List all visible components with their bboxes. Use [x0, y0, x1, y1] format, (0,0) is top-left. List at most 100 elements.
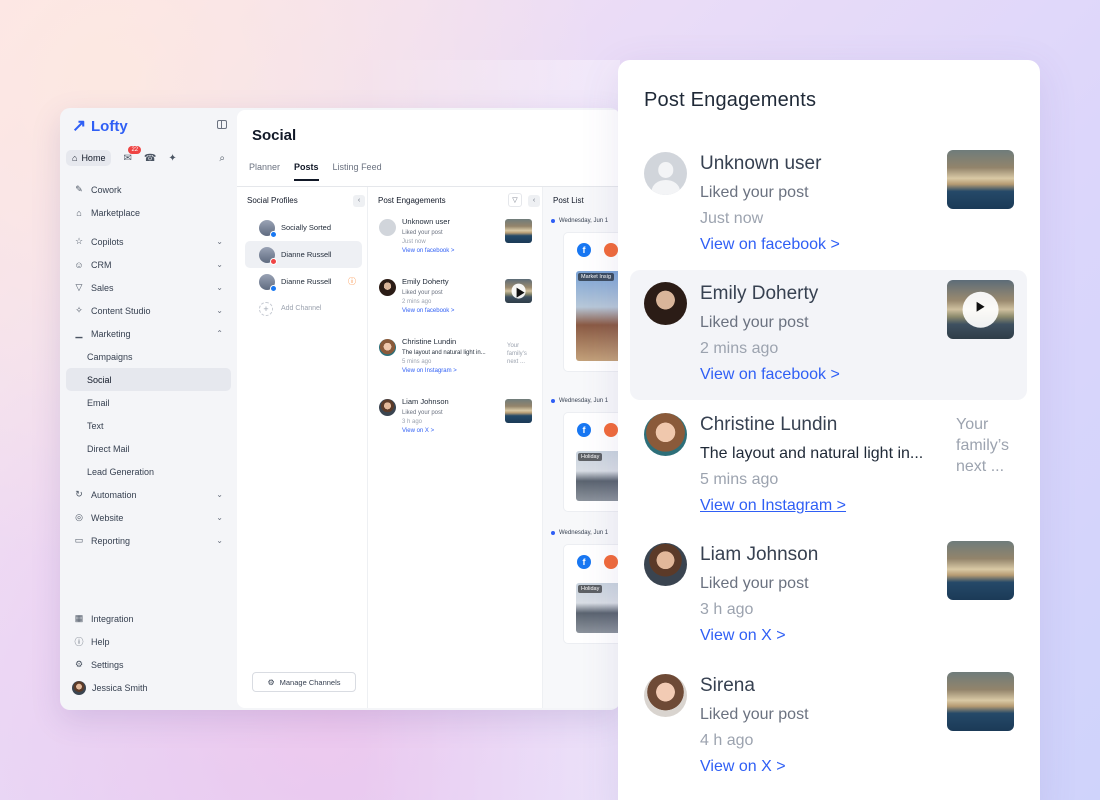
post-thumbnail[interactable] — [505, 219, 532, 243]
post-thumbnail[interactable] — [505, 279, 532, 303]
sidebar-item-label: Marketing — [91, 328, 131, 339]
view-link[interactable]: View on facebook > — [402, 248, 542, 254]
view-link[interactable]: View on Instagram > — [700, 497, 846, 515]
sidebar-subitem-direct-mail[interactable]: Direct Mail — [66, 437, 231, 460]
engagement-action: Liked your post — [700, 314, 809, 331]
filter-icon[interactable]: ▽ — [508, 193, 522, 207]
date-row: Wednesday, Jun 1 — [543, 398, 620, 404]
engagement-item[interactable]: Emily Doherty Liked your post 2 mins ago… — [630, 270, 1027, 400]
sidebar-subitem-social[interactable]: Social — [66, 368, 231, 391]
sidebar-item-integration[interactable]: ▦ Integration — [66, 607, 231, 630]
sidebar-item-cowork[interactable]: ✎ Cowork — [66, 178, 231, 201]
avatar — [379, 219, 396, 236]
sidebar-item-label: Integration — [91, 613, 134, 624]
engagement-item[interactable]: Christine Lundin The layout and natural … — [368, 337, 542, 394]
sidebar-item-reporting[interactable]: ▭ Reporting ⌄ — [66, 529, 231, 552]
post-thumbnail[interactable] — [947, 541, 1014, 600]
phone-icon[interactable]: ☎ — [144, 153, 156, 164]
home-button[interactable]: ⌂ Home — [66, 150, 112, 166]
sidebar-item-label: Website — [91, 512, 124, 523]
mail-icon[interactable]: ✉ 22 — [123, 145, 142, 164]
view-link[interactable]: View on facebook > — [700, 236, 840, 254]
gear-icon: ⚙ — [74, 659, 84, 669]
view-link[interactable]: View on facebook > — [700, 366, 840, 384]
engagement-time: 2 mins ago — [700, 340, 779, 357]
tab-posts[interactable]: Posts — [294, 162, 319, 181]
collapse-left-icon[interactable]: ‹ — [528, 195, 540, 207]
avatar — [644, 282, 687, 325]
engagement-item[interactable]: Unknown user Liked your post Just now Vi… — [630, 140, 1027, 270]
post-thumbnail[interactable] — [947, 672, 1014, 731]
column-header: Post List — [543, 187, 620, 214]
sidebar-item-marketplace[interactable]: ⌂ Marketplace — [66, 201, 231, 224]
sidebar-item-crm[interactable]: ☺ CRM ⌄ — [66, 253, 231, 276]
engagement-user: Liam Johnson — [700, 544, 819, 565]
engagement-item[interactable]: Emily Doherty Liked your post 2 mins ago… — [368, 277, 542, 334]
sidebar-subitem-email[interactable]: Email — [66, 391, 231, 414]
sidebar-item-website[interactable]: ◎ Website ⌄ — [66, 506, 231, 529]
post-card[interactable]: f Market Insig — [563, 232, 620, 372]
engagement-item[interactable]: Christine Lundin The layout and natural … — [630, 401, 1027, 531]
sidebar-item-label: CRM — [91, 259, 112, 270]
brand-name: Lofty — [91, 117, 128, 135]
post-snippet: Your family’s next ... — [956, 416, 1010, 475]
lofty-logo-icon: ↗ — [72, 116, 87, 135]
engagement-user: Emily Doherty — [700, 283, 819, 304]
collapse-left-icon[interactable]: ‹ — [353, 195, 365, 207]
chevron-down-icon: ⌄ — [216, 237, 223, 246]
avatar — [259, 246, 277, 265]
grid-icon: ▦ — [74, 613, 84, 623]
engagement-item[interactable]: Liam Johnson Liked your post 3 h ago Vie… — [630, 531, 1027, 661]
sidebar-subitem-text[interactable]: Text — [66, 414, 231, 437]
sidebar-item-content-studio[interactable]: ✧ Content Studio ⌄ — [66, 299, 231, 322]
sidebar-item-automation[interactable]: ↻ Automation ⌄ — [66, 483, 231, 506]
sidebar-subitem-lead-generation[interactable]: Lead Generation — [66, 460, 231, 483]
post-card[interactable]: f Holiday — [563, 544, 620, 644]
profile-item[interactable]: Socially Sorted — [245, 214, 362, 241]
user-profile[interactable]: Jessica Smith — [66, 676, 231, 700]
sidebar-item-marketing[interactable]: ▁ Marketing ⌃ — [66, 322, 231, 345]
manage-channels-button[interactable]: ⚙ Manage Channels — [252, 672, 356, 692]
view-link[interactable]: View on Instagram > — [402, 368, 542, 374]
profile-item[interactable]: Dianne Russell — [245, 241, 362, 268]
sidebar-collapse-icon[interactable] — [217, 120, 227, 129]
post-thumbnail[interactable] — [947, 150, 1014, 209]
notification-badge: 22 — [128, 145, 142, 154]
profile-item[interactable]: Dianne Russell ⓘ — [245, 268, 362, 295]
sidebar-item-help[interactable]: ⓘ Help — [66, 630, 231, 653]
view-link[interactable]: View on X > — [700, 627, 786, 645]
engagement-item[interactable]: Unknown user Liked your post Just now Vi… — [368, 217, 542, 274]
chevron-down-icon: ⌄ — [216, 513, 223, 522]
play-icon — [511, 283, 526, 299]
tab-planner[interactable]: Planner — [249, 162, 280, 181]
sidebar-item-sales[interactable]: ▽ Sales ⌄ — [66, 276, 231, 299]
plus-icon: + — [259, 301, 273, 316]
post-tag: Market Insig — [578, 273, 614, 281]
social-profiles-column: Social Profiles ‹ Socially Sorted Dianne… — [237, 187, 368, 708]
view-link[interactable]: View on X > — [700, 758, 786, 776]
engagement-item[interactable]: Liam Johnson Liked your post 3 h ago Vie… — [368, 397, 542, 454]
gear-icon: ⚙ — [267, 677, 275, 687]
sidebar-item-copilots[interactable]: ☆ Copilots ⌄ — [66, 230, 231, 253]
add-channel-button[interactable]: + Add Channel — [245, 295, 367, 322]
post-card[interactable]: f Holiday — [563, 412, 620, 512]
view-link[interactable]: View on facebook > — [402, 308, 542, 314]
post-thumbnail[interactable] — [947, 280, 1014, 339]
people-icon: ☺ — [74, 259, 84, 270]
post-thumbnail[interactable] — [505, 399, 532, 423]
chevron-down-icon: ⌄ — [216, 536, 223, 545]
sidebar-item-label: Content Studio — [91, 305, 151, 316]
sidebar-subitem-campaigns[interactable]: Campaigns — [66, 345, 231, 368]
sidebar-item-settings[interactable]: ⚙ Settings — [66, 653, 231, 676]
search-icon[interactable]: ⌕ — [219, 153, 225, 164]
brand[interactable]: ↗ Lofty — [66, 116, 231, 136]
engagement-item[interactable]: Sirena Liked your post 4 h ago View on X… — [630, 662, 1027, 792]
tab-listing-feed[interactable]: Listing Feed — [333, 162, 382, 181]
tab-bar: Planner Posts Listing Feed — [249, 162, 396, 181]
warning-icon: ⓘ — [348, 277, 356, 286]
chevron-down-icon: ⌄ — [216, 283, 223, 292]
star-icon: ☆ — [74, 236, 84, 246]
view-link[interactable]: View on X > — [402, 428, 542, 434]
post-snippet: Your family's next ... — [507, 343, 527, 365]
sparkle-icon[interactable]: ✦ — [168, 153, 176, 164]
